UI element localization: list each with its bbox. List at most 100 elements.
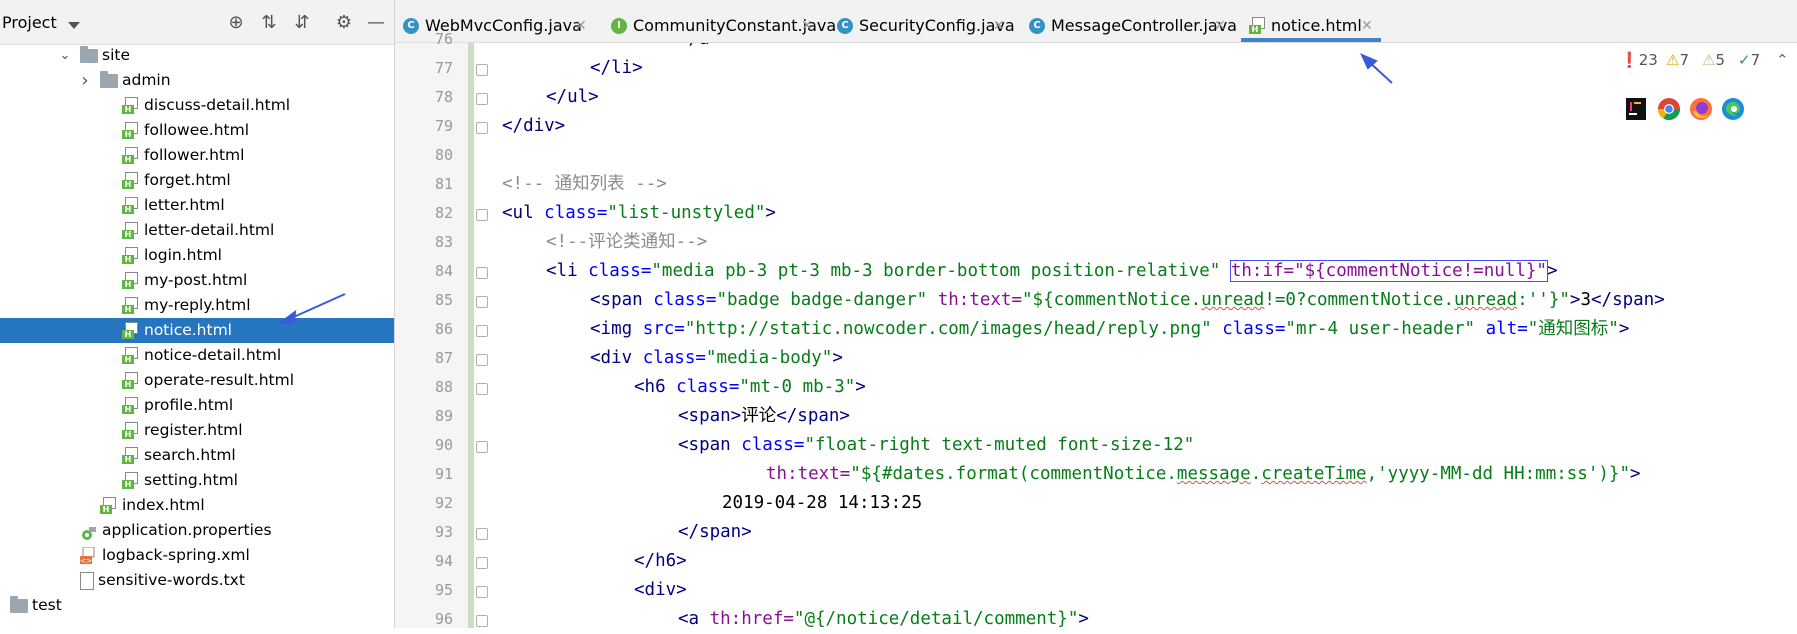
fold-marker-icon[interactable] [476, 325, 488, 337]
fold-marker-icon[interactable] [476, 296, 488, 308]
editor-tab-bar: C WebMvcConfig.java ✕ I CommunityConstant.ja… [395, 0, 1797, 43]
tree-item[interactable]: Hsetting.html [0, 468, 394, 493]
fold-marker-icon[interactable] [476, 267, 488, 279]
tree-item[interactable]: <> logback-spring.xml [0, 543, 394, 568]
fold-marker-icon[interactable] [476, 586, 488, 598]
chevron-down-icon[interactable]: ⌄ [58, 43, 72, 68]
tree-item-label: my-post.html [144, 271, 248, 289]
tree-item[interactable]: application.properties [0, 518, 394, 543]
code-token: "media-body" [705, 348, 833, 368]
collapse-all-icon[interactable]: ⇵ [292, 13, 312, 33]
tree-item[interactable]: Hletter.html [0, 193, 394, 218]
fold-marker-icon[interactable] [476, 64, 488, 76]
tree-item[interactable]: Hfollowee.html [0, 118, 394, 143]
code-token: </span> [678, 522, 752, 542]
weak-warning-count[interactable]: ⚠5 [1702, 48, 1725, 72]
code-token: </span> [776, 406, 850, 426]
tree-item[interactable]: › admin [0, 68, 394, 93]
tree-item[interactable]: Hnotice.html [0, 318, 394, 343]
fold-marker-icon[interactable] [476, 383, 488, 395]
tree-item[interactable]: Hindex.html [0, 493, 394, 518]
code-token: > [1078, 609, 1089, 628]
locate-icon[interactable]: ⊕ [226, 13, 246, 33]
code-token: "badge badge-danger" [716, 290, 938, 310]
html-file-icon: H [122, 122, 138, 139]
fold-marker-icon[interactable] [476, 122, 488, 134]
minimize-icon[interactable]: — [366, 13, 386, 33]
code-token: th:text= [937, 290, 1022, 310]
chevron-down-icon[interactable] [68, 22, 80, 29]
line-number: 83 [434, 233, 453, 251]
tree-item[interactable]: Hprofile.html [0, 393, 394, 418]
code-token: > [1618, 319, 1630, 339]
code-token: </ul> [546, 87, 599, 107]
warning-count[interactable]: ⚠7 [1666, 48, 1689, 72]
typo-count[interactable]: ✓7 [1738, 48, 1760, 72]
tree-item[interactable]: ⌄ site [0, 43, 394, 68]
tree-item[interactable]: Hlogin.html [0, 243, 394, 268]
chrome-icon[interactable] [1658, 98, 1680, 120]
code-token: <span [590, 290, 654, 310]
edge-icon[interactable] [1722, 98, 1744, 120]
interface-icon: I [611, 18, 627, 34]
chevron-down-icon[interactable]: ⌄ [0, 593, 2, 618]
code-editor[interactable]: </a> </li> </ul> </div> <!-- 通知列表 --> <ul cla… [498, 43, 1797, 628]
fold-marker-icon[interactable] [476, 93, 488, 105]
folder-icon [80, 46, 98, 63]
line-number: 94 [434, 552, 453, 570]
html-file-icon: H [122, 272, 138, 289]
editor-tab[interactable]: Hnotice.html ✕ [1241, 0, 1381, 42]
expand-all-icon[interactable]: ⇅ [259, 13, 279, 33]
vcs-change-marker[interactable] [468, 43, 474, 200]
code-token: <!-- 通知列表 --> [502, 174, 667, 194]
typo-check-icon: ✓ [1738, 51, 1751, 69]
error-count[interactable]: ❗23 [1620, 48, 1658, 72]
code-token: <a [678, 609, 710, 628]
tree-item[interactable]: Hsearch.html [0, 443, 394, 468]
fold-marker-icon[interactable] [476, 441, 488, 453]
chevron-right-icon[interactable]: › [78, 68, 92, 93]
tree-item[interactable]: Hnotice-detail.html [0, 343, 394, 368]
tree-item-label: setting.html [144, 471, 238, 489]
fold-marker-icon[interactable] [476, 209, 488, 221]
chevron-up-icon[interactable]: ⌃ [1776, 48, 1789, 72]
html-file-icon: H [122, 472, 138, 489]
tree-item[interactable]: Hforget.html [0, 168, 394, 193]
tree-item[interactable]: Hoperate-result.html [0, 368, 394, 393]
html-file-icon: H [100, 497, 116, 514]
code-line: 2019-04-28 14:13:25 [722, 489, 922, 518]
tree-item[interactable]: sensitive-words.txt [0, 568, 394, 593]
fold-marker-icon[interactable] [476, 557, 488, 569]
tree-item-label: discuss-detail.html [144, 96, 291, 114]
tree-item[interactable]: ⌄ test [0, 593, 394, 618]
tree-item[interactable]: Hmy-post.html [0, 268, 394, 293]
tree-item-label: profile.html [144, 396, 234, 414]
intellij-browser-icon[interactable] [1626, 98, 1646, 120]
firefox-icon[interactable] [1690, 98, 1712, 120]
vcs-change-marker[interactable] [468, 200, 474, 628]
properties-file-icon [80, 524, 96, 540]
tree-item[interactable]: Hregister.html [0, 418, 394, 443]
code-token: 评论 [741, 406, 777, 426]
line-number: 79 [434, 117, 453, 135]
fold-marker-icon[interactable] [476, 528, 488, 540]
code-line: <!-- 通知列表 --> [502, 170, 667, 199]
line-number: 84 [434, 262, 453, 280]
tree-item[interactable]: Hfollower.html [0, 143, 394, 168]
code-line: </li> [590, 54, 643, 83]
code-token: "@{/notice/detail/comment}" [793, 609, 1079, 628]
code-token: "${#dates.format(commentNotice. [850, 464, 1177, 484]
project-view-selector[interactable]: Project [2, 13, 57, 32]
tree-item[interactable]: Hdiscuss-detail.html [0, 93, 394, 118]
editor-tab[interactable]: C SecurityConfig.java ✕ [829, 0, 1015, 42]
editor-tab[interactable]: C MessageController.java ✕ [1021, 0, 1237, 42]
class-icon: C [1029, 18, 1045, 34]
gear-icon[interactable]: ⚙ [334, 13, 354, 33]
tree-item[interactable]: Hmy-reply.html [0, 293, 394, 318]
editor-tab[interactable]: I CommunityConstant.java ✕ [603, 0, 836, 42]
code-token: <ul [502, 203, 545, 223]
fold-marker-icon[interactable] [476, 354, 488, 366]
fold-marker-icon[interactable] [476, 615, 488, 627]
code-line: <li class="media pb-3 pt-3 mb-3 border-b… [546, 257, 1557, 286]
tree-item[interactable]: Hletter-detail.html [0, 218, 394, 243]
